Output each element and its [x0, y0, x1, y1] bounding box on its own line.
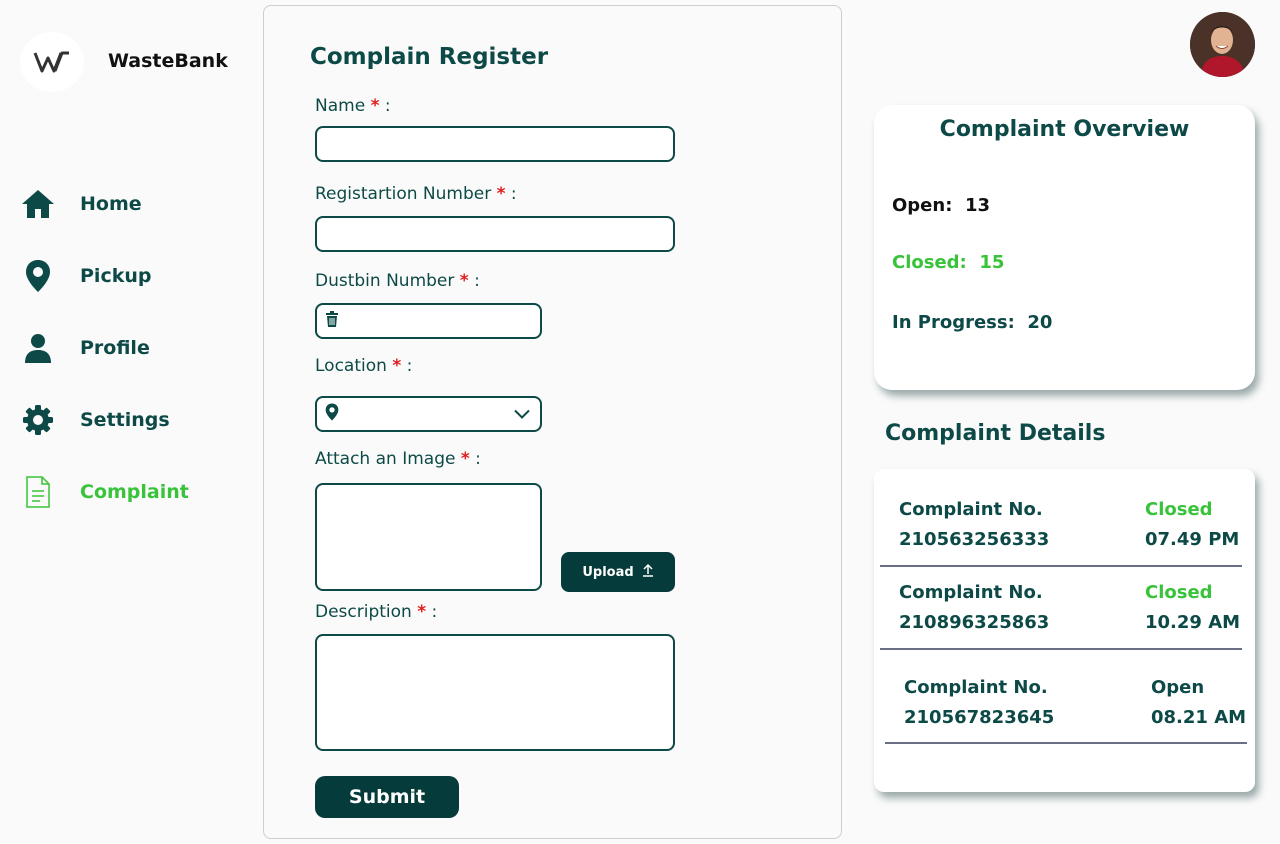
image-dropzone[interactable] [315, 483, 542, 591]
description-textarea[interactable] [315, 634, 675, 751]
complaint-status: Closed 10.29 AM [1145, 582, 1241, 633]
location-pin-icon [20, 258, 56, 294]
location-label: Location * : [315, 356, 413, 376]
chevron-down-icon[interactable] [514, 405, 530, 424]
form-title: Complain Register [310, 44, 549, 70]
home-icon [20, 186, 56, 222]
upload-button-label: Upload [582, 564, 634, 580]
complaint-number: Complaint No. 210567823645 [904, 677, 1055, 728]
sidebar-item-pickup[interactable]: Pickup [20, 258, 240, 294]
registration-number-input[interactable] [315, 216, 675, 252]
brand-name: WasteBank [108, 50, 228, 72]
sidebar-item-label: Home [80, 193, 142, 215]
sidebar-item-profile[interactable]: Profile [20, 330, 240, 366]
complaint-details-card: Complaint No. 210563256333 Closed 07.49 PM… [874, 469, 1255, 792]
sidebar-item-label: Settings [80, 409, 170, 431]
sidebar-item-label: Complaint [80, 481, 189, 503]
divider [880, 565, 1242, 567]
sidebar-item-home[interactable]: Home [20, 186, 240, 222]
complaint-overview-card: Complaint Overview Open: 13 Closed: 15 I… [874, 105, 1255, 390]
sidebar-item-complaint[interactable]: Complaint [20, 474, 240, 510]
complaint-status: Open 08.21 AM [1151, 677, 1247, 728]
sidebar-item-label: Pickup [80, 265, 152, 287]
name-label: Name * : [315, 96, 391, 116]
details-title: Complaint Details [885, 421, 1106, 446]
wastebank-logo-icon[interactable] [20, 32, 84, 92]
document-icon [20, 474, 56, 510]
overview-title: Complaint Overview [939, 117, 1190, 142]
sidebar-item-label: Profile [80, 337, 150, 359]
open-count: Open: 13 [892, 195, 991, 216]
dustbin-number-label: Dustbin Number * : [315, 271, 480, 291]
attach-image-label: Attach an Image * : [315, 449, 481, 469]
gear-icon [20, 402, 56, 438]
divider [885, 742, 1247, 744]
dustbin-number-input[interactable] [315, 303, 542, 339]
complaint-number: Complaint No. 210896325863 [899, 582, 1050, 633]
name-input[interactable] [315, 126, 675, 162]
submit-button[interactable]: Submit [315, 776, 459, 818]
divider [880, 648, 1242, 650]
location-pin-icon [325, 403, 339, 425]
sidebar-item-settings[interactable]: Settings [20, 402, 240, 438]
upload-button[interactable]: Upload [561, 552, 675, 592]
sidebar: WasteBank Home Pickup Profile Settings C… [0, 0, 262, 844]
description-label: Description * : [315, 602, 438, 622]
complaint-form-panel: Complain Register Name * : Registartion … [263, 5, 842, 839]
location-select[interactable] [315, 396, 542, 432]
complaint-status: Closed 07.49 PM [1145, 499, 1240, 550]
user-icon [20, 330, 56, 366]
trash-icon [325, 311, 339, 331]
avatar[interactable] [1190, 12, 1255, 77]
complaint-number: Complaint No. 210563256333 [899, 499, 1050, 550]
closed-count: Closed: 15 [892, 252, 1005, 273]
in-progress-count: In Progress: 20 [892, 312, 1053, 333]
registration-number-label: Registartion Number * : [315, 184, 517, 204]
upload-arrow-icon [642, 563, 654, 581]
